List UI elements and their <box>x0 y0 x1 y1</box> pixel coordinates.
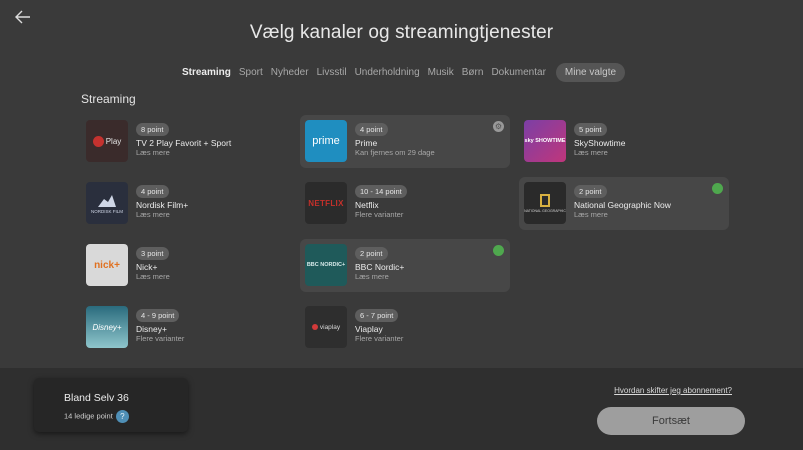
disney-logo: Disney+ <box>86 306 128 348</box>
points-badge: 4 point <box>136 185 169 198</box>
read-more-link[interactable]: Læs mere <box>136 272 170 281</box>
service-name: SkyShowtime <box>574 138 626 148</box>
how-to-change-link[interactable]: Hvordan skifter jeg abonnement? <box>614 386 732 395</box>
horse-icon <box>98 194 116 207</box>
tab-nyheder[interactable]: Nyheder <box>267 67 313 78</box>
more-variants-link[interactable]: Flere varianter <box>355 334 403 343</box>
selected-check-icon <box>493 245 504 256</box>
points-left: 14 ledige point <box>64 411 113 421</box>
tab-livsstil[interactable]: Livsstil <box>313 67 351 78</box>
removal-notice: Kan fjernes om 29 dage <box>355 148 435 157</box>
plan-points: 14 ledige point? <box>64 410 129 423</box>
service-name: Viaplay <box>355 324 383 334</box>
service-name: National Geographic Now <box>574 200 671 210</box>
tab-musik[interactable]: Musik <box>424 67 458 78</box>
points-badge: 4 point <box>355 123 388 136</box>
service-card-nick[interactable]: nick+ 3 point Nick+ Læs mere <box>81 239 291 292</box>
read-more-link[interactable]: Læs mere <box>136 210 170 219</box>
selected-check-icon <box>712 183 723 194</box>
skyshowtime-logo: sky SHOWTIME <box>524 120 566 162</box>
service-name: Prime <box>355 138 378 148</box>
points-badge: 2 point <box>574 185 607 198</box>
prime-logo: prime <box>305 120 347 162</box>
service-card-netflix[interactable]: NETFLIX 10 - 14 point Netflix Flere vari… <box>300 177 510 230</box>
category-tabs: Streaming Sport Nyheder Livsstil Underho… <box>0 63 803 82</box>
read-more-link[interactable]: Læs mere <box>355 272 389 281</box>
points-badge: 5 point <box>574 123 607 136</box>
service-card-viaplay[interactable]: viaplay 6 - 7 point Viaplay Flere varian… <box>300 301 510 354</box>
nick-logo: nick+ <box>86 244 128 286</box>
service-name: Nick+ <box>136 262 158 272</box>
tab-underholdning[interactable]: Underholdning <box>351 67 424 78</box>
tab-sport[interactable]: Sport <box>235 67 267 78</box>
service-card-nordisk-film[interactable]: NORDISK FILM 4 point Nordisk Film+ Læs m… <box>81 177 291 230</box>
service-card-prime[interactable]: prime 4 point Prime Kan fjernes om 29 da… <box>300 115 510 168</box>
more-variants-link[interactable]: Flere varianter <box>355 210 403 219</box>
lock-icon: ⚙ <box>493 121 504 132</box>
points-badge: 8 point <box>136 123 169 136</box>
read-more-link[interactable]: Læs mere <box>136 148 170 157</box>
points-badge: 2 point <box>355 247 388 260</box>
help-icon[interactable]: ? <box>115 410 129 423</box>
tab-born[interactable]: Børn <box>458 67 488 78</box>
read-more-link[interactable]: Læs mere <box>574 148 608 157</box>
points-badge: 3 point <box>136 247 169 260</box>
netflix-logo: NETFLIX <box>305 182 347 224</box>
tab-streaming[interactable]: Streaming <box>178 67 235 78</box>
plan-summary: Bland Selv 36 14 ledige point? <box>34 378 188 432</box>
points-badge: 6 - 7 point <box>355 309 399 322</box>
service-card-bbc-nordic[interactable]: BBC NORDIC+ 2 point BBC Nordic+ Læs mere <box>300 239 510 292</box>
section-title: Streaming <box>81 92 136 106</box>
read-more-link[interactable]: Læs mere <box>574 210 608 219</box>
viaplay-logo: viaplay <box>305 306 347 348</box>
tv2-play-logo: Play <box>86 120 128 162</box>
service-card-skyshowtime[interactable]: sky SHOWTIME 5 point SkyShowtime Læs mer… <box>519 115 729 168</box>
service-name: Netflix <box>355 200 379 210</box>
page-title: Vælg kanaler og streamingtjenester <box>249 22 554 43</box>
service-card-tv2-play[interactable]: Play 8 point TV 2 Play Favorit + Sport L… <box>81 115 291 168</box>
bbc-nordic-logo: BBC NORDIC+ <box>305 244 347 286</box>
service-name: TV 2 Play Favorit + Sport <box>136 138 232 148</box>
continue-button[interactable]: Fortsæt <box>597 407 745 435</box>
nordisk-film-logo: NORDISK FILM <box>86 182 128 224</box>
natgeo-logo: NATIONAL GEOGRAPHIC <box>524 182 566 224</box>
service-card-disney[interactable]: Disney+ 4 - 9 point Disney+ Flere varian… <box>81 301 291 354</box>
points-badge: 10 - 14 point <box>355 185 407 198</box>
service-name: BBC Nordic+ <box>355 262 405 272</box>
service-name: Disney+ <box>136 324 167 334</box>
service-card-national-geographic[interactable]: NATIONAL GEOGRAPHIC 2 point National Geo… <box>519 177 729 230</box>
tab-dokumentar[interactable]: Dokumentar <box>487 67 549 78</box>
plan-name: Bland Selv 36 <box>64 392 129 404</box>
more-variants-link[interactable]: Flere varianter <box>136 334 184 343</box>
tab-mine-valgte[interactable]: Mine valgte <box>555 63 626 82</box>
service-name: Nordisk Film+ <box>136 200 189 210</box>
points-badge: 4 - 9 point <box>136 309 180 322</box>
